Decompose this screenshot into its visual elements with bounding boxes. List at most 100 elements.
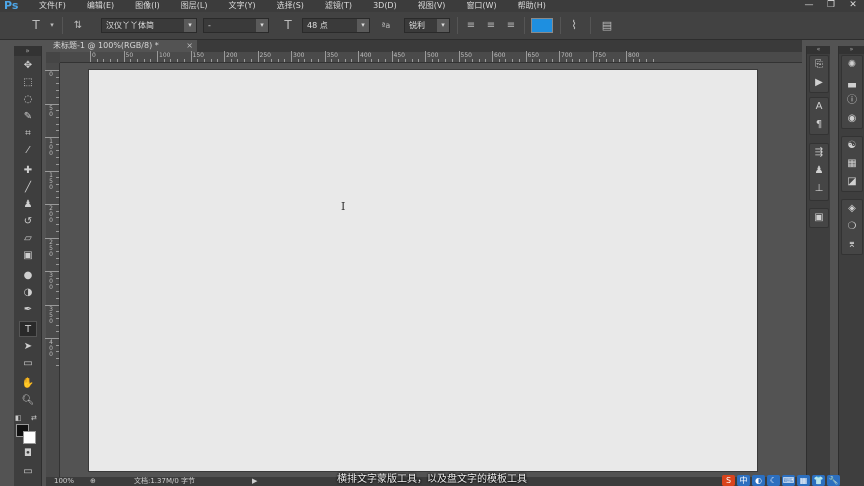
styles-panel-icon[interactable]: ▦ <box>842 157 862 171</box>
menu-type[interactable]: 文字(Y) <box>215 0 263 12</box>
font-style-dropdown-icon[interactable]: ▾ <box>256 19 268 32</box>
paths-panel-icon[interactable]: ⌆ <box>842 238 862 252</box>
type-tool-preset-icon[interactable]: T <box>28 18 44 33</box>
antialias-dropdown-icon[interactable]: ▾ <box>437 19 449 32</box>
font-style-field[interactable]: - ▾ <box>203 18 269 33</box>
ruler-top-label: 700 <box>561 52 573 59</box>
preset-dropdown-icon[interactable]: ▾ <box>48 18 56 33</box>
dock-right-collapse-icon[interactable]: » <box>839 46 864 54</box>
swatches-panel-icon[interactable]: ☯ <box>842 139 862 153</box>
toolbox-collapse-icon[interactable]: » <box>14 46 41 56</box>
default-colors-icon[interactable]: ◧ <box>15 414 22 422</box>
color-panel-icon[interactable]: ◉ <box>842 112 862 126</box>
menu-view[interactable]: 视图(V) <box>405 0 454 12</box>
ruler-top-label: 50 <box>125 52 134 59</box>
hand-tool-icon[interactable]: ✋ <box>19 376 37 392</box>
ruler-top-minor-tick <box>572 59 574 62</box>
close-window-button[interactable]: ✕ <box>842 0 864 12</box>
paragraph-panel-icon[interactable]: ¶ <box>810 118 828 132</box>
marquee-tool-icon[interactable]: ⬚ <box>19 75 37 91</box>
notes-panel-icon[interactable]: ▣ <box>810 211 828 225</box>
history-brush-tool-icon[interactable]: ↺ <box>19 214 37 230</box>
history-panel-icon[interactable]: ⎘ <box>810 58 828 72</box>
eraser-tool-icon[interactable]: ▱ <box>19 231 37 247</box>
ruler-left-label: 0 <box>49 71 53 78</box>
menu-edit[interactable]: 编辑(E) <box>74 0 122 12</box>
brush-tool-icon[interactable]: ╱ <box>19 180 37 196</box>
ime-halfwidth-icon[interactable]: ◐ <box>752 474 765 486</box>
ruler-top-minor-tick <box>351 59 353 62</box>
skin-icon[interactable]: 👕 <box>812 474 825 486</box>
ruler-corner[interactable] <box>46 52 60 63</box>
ime-punctuation-icon[interactable]: ☾ <box>767 474 780 486</box>
path-selection-tool-icon[interactable]: ➤ <box>19 339 37 355</box>
dock-group-tools: ⇶ ♟ ⊥ <box>809 143 829 201</box>
pen-tool-icon[interactable]: ✒ <box>19 302 37 318</box>
crop-tool-icon[interactable]: ⌗ <box>19 126 37 142</box>
font-size-dropdown-icon[interactable]: ▾ <box>357 19 369 32</box>
eyedropper-tool-icon[interactable]: ⁄ <box>19 143 37 159</box>
align-center-icon[interactable]: ≡ <box>483 18 499 33</box>
toolbox-tray-icon[interactable]: ▦ <box>797 474 810 486</box>
swap-colors-icon[interactable]: ⇄ <box>31 414 37 422</box>
brush-presets-icon[interactable]: ⇶ <box>810 146 828 160</box>
font-size-field[interactable]: 48 点 ▾ <box>302 18 370 33</box>
menu-layer[interactable]: 图层(L) <box>168 0 216 12</box>
quick-select-tool-icon[interactable]: ✎ <box>19 109 37 125</box>
histogram-panel-icon[interactable]: ▃ <box>842 76 862 90</box>
align-left-icon[interactable]: ≡ <box>463 18 479 33</box>
menu-file[interactable]: 文件(F) <box>26 0 74 12</box>
blur-tool-icon[interactable]: ● <box>19 268 37 284</box>
dock-mid-collapse-icon[interactable]: « <box>807 46 830 54</box>
ruler-top-minor-tick <box>398 59 400 62</box>
gradient-tool-icon[interactable]: ▣ <box>19 248 37 264</box>
type-tool-icon[interactable]: T <box>19 321 37 337</box>
background-color-swatch[interactable] <box>23 431 36 444</box>
ruler-top-minor-tick <box>512 59 514 62</box>
navigator-panel-icon[interactable]: ✺ <box>842 58 862 72</box>
ime-sogou-icon[interactable]: S <box>722 474 735 486</box>
ime-chinese-icon[interactable]: 中 <box>737 474 750 486</box>
antialias-field[interactable]: 锐利 ▾ <box>404 18 450 33</box>
font-family-field[interactable]: 汉仪丫丫体简 ▾ <box>101 18 197 33</box>
quick-mask-icon[interactable]: ◘ <box>19 446 37 462</box>
menu-filter[interactable]: 滤镜(T) <box>312 0 360 12</box>
keyboard-icon[interactable]: ⌨ <box>782 474 795 486</box>
channels-panel-icon[interactable]: ❍ <box>842 220 862 234</box>
zoom-tool-icon[interactable]: 🔍︎ <box>19 393 37 409</box>
menu-select[interactable]: 选择(S) <box>264 0 312 12</box>
ruler-top-minor-tick <box>431 59 433 62</box>
text-color-swatch[interactable] <box>531 18 553 33</box>
dodge-tool-icon[interactable]: ◑ <box>19 285 37 301</box>
menu-image[interactable]: 图像(I) <box>122 0 168 12</box>
healing-brush-tool-icon[interactable]: ✚ <box>19 163 37 179</box>
adjustments-panel-icon[interactable]: ◪ <box>842 175 862 189</box>
document-tab[interactable]: 未标题-1 @ 100%(RGB/8) * × <box>46 40 197 52</box>
info-panel-icon[interactable]: ⓘ <box>842 94 862 108</box>
align-right-icon[interactable]: ≡ <box>503 18 519 33</box>
ruler-top-label: 500 <box>427 52 439 59</box>
font-family-dropdown-icon[interactable]: ▾ <box>184 19 196 32</box>
menu-3d[interactable]: 3D(D) <box>360 0 405 12</box>
ruler-horizontal[interactable]: 0 50 100 150 200 250 300 350 400 450 500 550 600 650 7… <box>60 51 802 63</box>
document-canvas[interactable]: I <box>89 70 757 471</box>
move-tool-icon[interactable]: ✥ <box>19 58 37 74</box>
character-panel-icon[interactable]: A <box>810 100 828 114</box>
warp-text-icon[interactable]: ⌇ <box>566 18 582 33</box>
settings-wrench-icon[interactable]: 🔧 <box>827 474 840 486</box>
ruler-vertical[interactable]: 0 50 100 150 200 250 300 350 400 <box>45 63 60 477</box>
toggle-orientation-icon[interactable]: ⇅ <box>70 18 86 33</box>
menu-window[interactable]: 窗口(W) <box>453 0 504 12</box>
clone-stamp-tool-icon[interactable]: ♟ <box>19 197 37 213</box>
minimize-button[interactable]: — <box>798 0 820 12</box>
layers-panel-icon[interactable]: ◈ <box>842 202 862 216</box>
character-panel-icon[interactable]: ▤ <box>599 18 615 33</box>
actions-panel-icon[interactable]: ▶ <box>810 76 828 90</box>
ruler-left-minor-tick <box>56 311 59 313</box>
menu-help[interactable]: 帮助(H) <box>505 0 554 12</box>
tool-presets-icon[interactable]: ⊥ <box>810 182 828 196</box>
shape-tool-icon[interactable]: ▭ <box>19 356 37 372</box>
clone-source-icon[interactable]: ♟ <box>810 164 828 178</box>
restore-button[interactable]: ❐ <box>820 0 842 12</box>
lasso-tool-icon[interactable]: ◌ <box>19 92 37 108</box>
